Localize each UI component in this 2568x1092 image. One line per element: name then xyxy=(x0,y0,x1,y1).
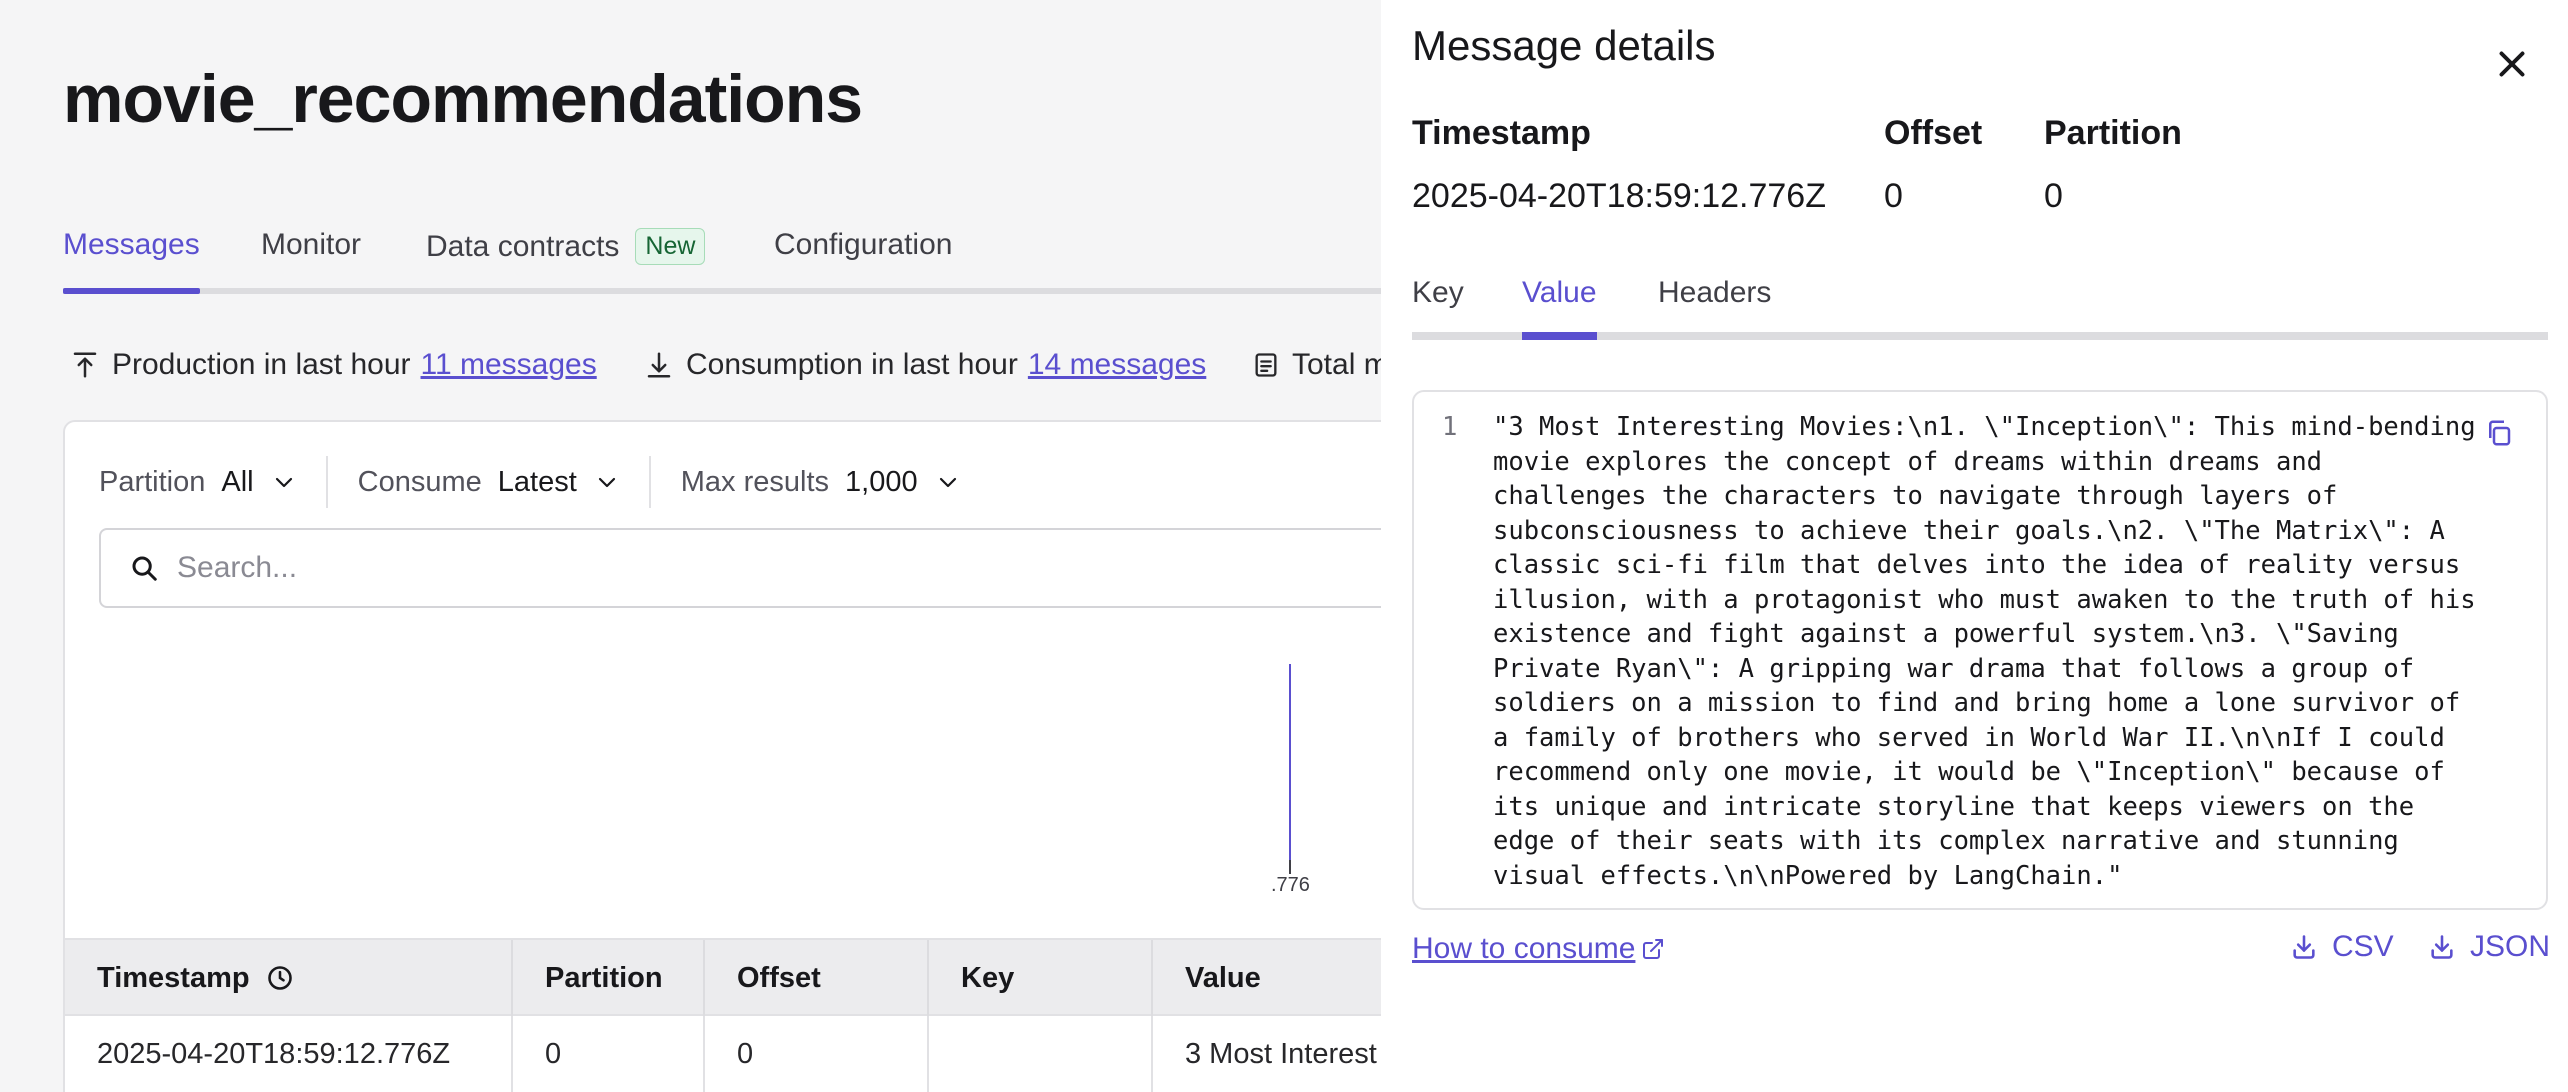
chevron-down-icon xyxy=(275,477,292,488)
search-input[interactable] xyxy=(177,551,1277,585)
close-button[interactable] xyxy=(2488,40,2536,88)
production-messages-link[interactable]: 11 messages xyxy=(421,348,597,382)
max-results-filter[interactable]: Max results 1,000 xyxy=(681,452,990,512)
cell-key xyxy=(929,1016,1153,1092)
clock-icon xyxy=(267,966,292,990)
consume-filter-value: Latest xyxy=(497,465,577,498)
search-icon xyxy=(132,556,157,581)
message-details-drawer: Message details Timestamp 2025-04-20T18:… xyxy=(1381,0,2568,1092)
table-header: Timestamp Partition Offset Key Value xyxy=(65,938,1405,1016)
production-label: Production in last hour xyxy=(112,348,411,381)
tab-messages[interactable]: Messages xyxy=(63,228,200,294)
export-json-button[interactable]: JSON xyxy=(2428,930,2550,964)
chart-tick xyxy=(1289,860,1291,874)
how-to-consume-link[interactable]: How to consume xyxy=(1412,932,1635,966)
column-header-label: Timestamp xyxy=(97,961,250,994)
message-value-text: "3 Most Interesting Movies:\n1. \"Incept… xyxy=(1493,412,2491,891)
download-icon xyxy=(647,352,671,378)
tab-headers[interactable]: Headers xyxy=(1658,276,1771,340)
partition-filter-value: All xyxy=(221,465,254,498)
tab-configuration[interactable]: Configuration xyxy=(774,228,952,294)
meta-offset: Offset 0 xyxy=(1884,114,1982,216)
detail-tabs: Key Value Headers xyxy=(1412,276,2548,340)
messages-panel: Partition All Consume Latest Max results… xyxy=(63,420,1439,1092)
filter-divider xyxy=(648,456,651,508)
consumption-label: Consumption in last hour xyxy=(686,348,1018,381)
tab-headers-label: Headers xyxy=(1658,276,1772,309)
consume-filter-label: Consume xyxy=(357,465,482,498)
column-header-key[interactable]: Key xyxy=(929,940,1153,1016)
active-tab-indicator xyxy=(1522,332,1597,340)
tab-monitor[interactable]: Monitor xyxy=(261,228,361,294)
chart-tick-label: .776 xyxy=(1271,874,1310,896)
max-results-filter-label: Max results xyxy=(680,465,830,498)
meta-partition: Partition 0 xyxy=(2044,114,2182,216)
tab-data-contracts-label: Data contracts xyxy=(426,230,620,263)
filters-bar: Partition All Consume Latest Max results… xyxy=(99,452,990,512)
upload-icon xyxy=(73,352,97,378)
table-row[interactable]: 2025-04-20T18:59:12.776Z 0 0 3 Most Inte… xyxy=(65,1016,1405,1092)
chevron-down-icon xyxy=(939,477,956,488)
page-title: movie_recommendations xyxy=(63,61,863,137)
tab-value[interactable]: Value xyxy=(1522,276,1597,340)
cell-value: 3 Most Interest xyxy=(1185,1037,1377,1070)
meta-offset-value: 0 xyxy=(1884,177,1903,215)
tab-value-label: Value xyxy=(1522,276,1597,309)
filter-divider xyxy=(325,456,328,508)
copy-icon xyxy=(2489,420,2511,446)
cell-timestamp: 2025-04-20T18:59:12.776Z xyxy=(65,1016,513,1092)
tab-messages-label: Messages xyxy=(63,228,200,261)
tab-monitor-label: Monitor xyxy=(261,228,362,261)
cell-partition: 0 xyxy=(513,1016,705,1092)
download-icon xyxy=(2431,935,2453,959)
column-header-timestamp[interactable]: Timestamp xyxy=(65,940,513,1016)
cell-offset: 0 xyxy=(705,1016,929,1092)
column-header-label: Offset xyxy=(737,961,821,994)
total-label: Total m xyxy=(1292,348,1389,381)
meta-timestamp-value: 2025-04-20T18:59:12.776Z xyxy=(1412,177,1826,215)
max-results-filter-value: 1,000 xyxy=(845,465,918,498)
document-icon xyxy=(1255,353,1277,377)
tab-configuration-label: Configuration xyxy=(774,228,953,261)
column-header-partition[interactable]: Partition xyxy=(513,940,705,1016)
meta-timestamp-label: Timestamp xyxy=(1412,114,1591,152)
meta-partition-value: 0 xyxy=(2044,177,2063,215)
export-json-label: JSON xyxy=(2470,930,2551,963)
chart-bar xyxy=(1289,664,1291,860)
consumption-messages-link[interactable]: 14 messages xyxy=(1028,348,1206,382)
tab-data-contracts[interactable]: Data contracts New xyxy=(426,228,706,294)
production-stat: Production in last hour 11 messages xyxy=(70,348,597,382)
column-header-label: Key xyxy=(961,961,1015,994)
tab-key[interactable]: Key xyxy=(1412,276,1464,340)
consumption-stat: Consumption in last hour 14 messages xyxy=(644,348,1206,382)
chevron-down-icon xyxy=(598,477,615,488)
column-header-label: Value xyxy=(1185,961,1261,994)
export-csv-label: CSV xyxy=(2332,930,2394,963)
partition-filter[interactable]: Partition All xyxy=(99,452,326,512)
download-icon xyxy=(2293,935,2315,959)
tab-key-label: Key xyxy=(1412,276,1464,309)
how-to-consume: How to consume xyxy=(1412,932,1665,966)
main-tabs: Messages Monitor Data contracts New Confi… xyxy=(63,228,1383,294)
total-stat: Total m xyxy=(1252,348,1389,382)
column-header-offset[interactable]: Offset xyxy=(705,940,929,1016)
copy-button[interactable] xyxy=(2484,418,2518,452)
line-number: 1 xyxy=(1442,412,1458,442)
partition-filter-label: Partition xyxy=(99,465,206,498)
export-csv-button[interactable]: CSV xyxy=(2290,930,2394,964)
meta-offset-label: Offset xyxy=(1884,114,1983,152)
new-badge: New xyxy=(635,228,706,265)
column-header-value[interactable]: Value xyxy=(1153,940,1405,1016)
column-header-label: Partition xyxy=(545,961,663,994)
close-icon xyxy=(2499,51,2525,77)
search-box xyxy=(99,528,1439,608)
meta-partition-label: Partition xyxy=(2044,114,2182,152)
external-link-icon xyxy=(1643,939,1664,959)
active-tab-indicator xyxy=(63,288,200,294)
value-code-viewer: 1 "3 Most Interesting Movies:\n1. \"Ince… xyxy=(1412,390,2548,910)
meta-timestamp: Timestamp 2025-04-20T18:59:12.776Z xyxy=(1412,114,1826,216)
drawer-title: Message details xyxy=(1412,22,1716,69)
consume-filter[interactable]: Consume Latest xyxy=(358,452,649,512)
